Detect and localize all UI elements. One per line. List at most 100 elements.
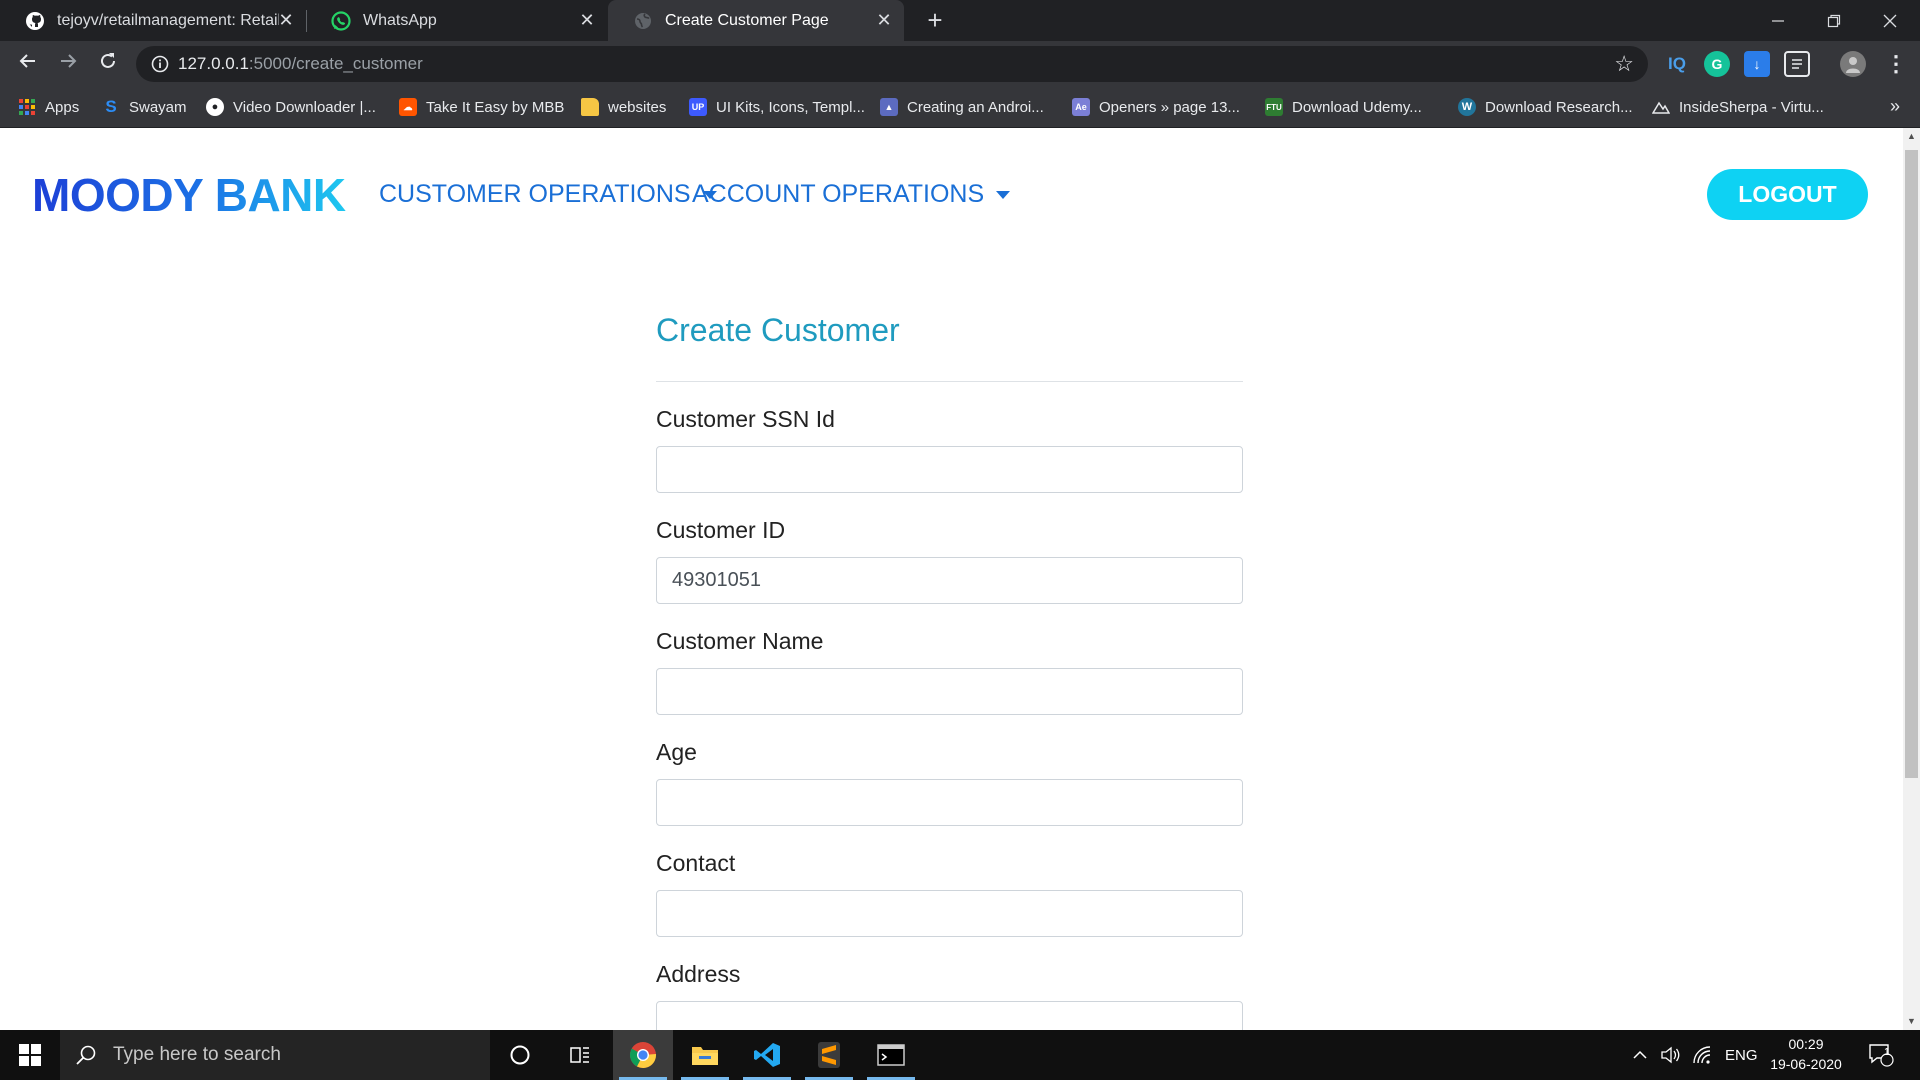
label-contact: Contact	[656, 850, 736, 876]
search-icon	[76, 1045, 96, 1065]
chrome-taskbar-icon[interactable]	[613, 1030, 673, 1080]
extension-download[interactable]: ↓	[1744, 51, 1770, 77]
system-clock[interactable]: 00:29 19-06-2020	[1756, 1034, 1856, 1074]
customer-ssn-id-input[interactable]	[656, 446, 1243, 493]
bookmark-label: Video Downloader |...	[233, 98, 376, 116]
bookmark-label: UI Kits, Icons, Templ...	[716, 98, 865, 116]
scroll-up-arrow-icon[interactable]: ▲	[1903, 128, 1920, 145]
wordpress-icon: W	[1458, 98, 1476, 116]
browser-menu-icon[interactable]: ⋮	[1880, 48, 1912, 80]
new-tab-button[interactable]: +	[921, 6, 949, 34]
wifi-icon[interactable]	[1692, 1030, 1712, 1080]
address-input[interactable]	[656, 1001, 1243, 1030]
tray-chevron-up-icon[interactable]	[1632, 1030, 1648, 1080]
soundcloud-icon: ☁	[399, 98, 417, 116]
brand-logo[interactable]: MOODY BANK	[32, 168, 346, 222]
bookmark-ui-kits[interactable]: UP UI Kits, Icons, Templ...	[689, 86, 865, 128]
forward-button[interactable]	[52, 48, 84, 80]
search-placeholder: Type here to search	[113, 1044, 281, 1065]
nav-account-operations[interactable]: ACCOUNT OPERATIONS	[692, 180, 1011, 209]
swayam-icon: S	[105, 97, 117, 116]
contact-input[interactable]	[656, 890, 1243, 937]
reload-button[interactable]	[92, 48, 124, 80]
globe-icon	[635, 12, 651, 29]
uplabs-icon: UP	[689, 98, 707, 116]
bookmark-insidesherpa[interactable]: InsideSherpa - Virtu...	[1652, 86, 1824, 128]
page-scrollbar[interactable]: ▲ ▼	[1903, 128, 1920, 1030]
info-icon[interactable]	[150, 54, 170, 74]
bookmark-label: Apps	[45, 98, 80, 116]
bookmark-swayam[interactable]: S Swayam	[102, 86, 186, 128]
extension-grammarly[interactable]: G	[1704, 51, 1730, 77]
label-customer-name: Customer Name	[656, 628, 824, 654]
address-bar[interactable]: 127.0.0.1:5000/create_customer ☆	[136, 46, 1648, 82]
extension-label: IQ	[1668, 54, 1686, 73]
tab-close-icon[interactable]: ✕	[276, 10, 296, 30]
notification-center-icon[interactable]: 1	[1868, 1030, 1894, 1080]
taskbar-search-box[interactable]: Type here to search	[60, 1030, 490, 1080]
clock-time: 00:29	[1788, 1036, 1824, 1052]
task-view-icon[interactable]	[550, 1030, 610, 1080]
volume-icon[interactable]	[1660, 1030, 1682, 1080]
start-button[interactable]	[0, 1030, 60, 1080]
customer-id-input[interactable]	[656, 557, 1243, 604]
cortana-icon[interactable]	[490, 1030, 550, 1080]
restore-icon[interactable]	[1806, 0, 1862, 41]
age-input[interactable]	[656, 779, 1243, 826]
form-title: Create Customer	[656, 312, 900, 348]
minimize-icon[interactable]	[1750, 0, 1806, 41]
bookmark-label: websites	[608, 98, 667, 116]
clock-date: 19-06-2020	[1770, 1056, 1842, 1072]
profile-avatar[interactable]	[1840, 51, 1866, 77]
bookmarks-overflow-button[interactable]: »	[1890, 96, 1900, 117]
whatsapp-icon	[331, 10, 351, 31]
bookmark-download-udemy[interactable]: FTU Download Udemy...	[1265, 86, 1422, 128]
create-customer-form: Create Customer Customer SSN Id Customer…	[656, 298, 1243, 1030]
divider	[656, 381, 1243, 382]
bookmark-label: Openers » page 13...	[1099, 98, 1240, 116]
tab-close-icon[interactable]: ✕	[874, 10, 894, 30]
ftu-icon: FTU	[1265, 98, 1283, 116]
bookmark-openers[interactable]: Ae Openers » page 13...	[1072, 86, 1240, 128]
bookmark-label: Download Research...	[1485, 98, 1633, 116]
page-viewport: MOODY BANK CUSTOMER OPERATIONS ACCOUNT O…	[0, 128, 1920, 1030]
bookmark-take-it-easy[interactable]: ☁ Take It Easy by MBB	[399, 86, 564, 128]
terminal-taskbar-icon[interactable]	[861, 1030, 921, 1080]
bookmark-creating-android[interactable]: ▲ Creating an Androi...	[880, 86, 1044, 128]
bookmark-apps[interactable]: Apps	[18, 86, 79, 128]
nav-label: ACCOUNT OPERATIONS	[692, 180, 985, 208]
scroll-down-arrow-icon[interactable]: ▼	[1903, 1013, 1920, 1030]
extension-iq[interactable]: IQ	[1664, 51, 1690, 77]
bookmarks-bar: Apps S Swayam ● Video Downloader |... ☁ …	[0, 86, 1920, 128]
label-address: Address	[656, 961, 741, 987]
logout-button[interactable]: LOGOUT	[1707, 169, 1868, 220]
bookmark-star-icon[interactable]: ☆	[1614, 51, 1634, 77]
sublime-taskbar-icon[interactable]	[799, 1030, 859, 1080]
windows-logo-icon	[19, 1044, 41, 1066]
reader-mode-icon[interactable]	[1784, 51, 1810, 77]
tab-github[interactable]: tejoyv/retailmanagement: Retail I ✕	[0, 0, 306, 41]
bookmark-video-downloader[interactable]: ● Video Downloader |...	[206, 86, 376, 128]
tab-title: tejoyv/retailmanagement: Retail I	[57, 11, 279, 29]
nav-customer-operations[interactable]: CUSTOMER OPERATIONS	[379, 180, 717, 209]
bookmark-download-research[interactable]: W Download Research...	[1458, 86, 1633, 128]
tab-close-icon[interactable]: ✕	[577, 10, 597, 30]
file-explorer-taskbar-icon[interactable]	[675, 1030, 735, 1080]
tab-create-customer[interactable]: Create Customer Page ✕	[608, 0, 904, 41]
url-text[interactable]: 127.0.0.1:5000/create_customer	[178, 54, 423, 74]
bookmark-label: Download Udemy...	[1292, 98, 1422, 116]
vscode-icon	[754, 1043, 780, 1067]
label-customer-ssn-id: Customer SSN Id	[656, 406, 835, 432]
language-indicator[interactable]: ENG	[1725, 1030, 1758, 1080]
customer-name-input[interactable]	[656, 668, 1243, 715]
extension-label: G	[1711, 56, 1723, 72]
back-button[interactable]	[12, 48, 44, 80]
vscode-taskbar-icon[interactable]	[737, 1030, 797, 1080]
folder-icon	[692, 1047, 718, 1065]
scrollbar-thumb[interactable]	[1905, 150, 1918, 778]
tab-whatsapp[interactable]: WhatsApp ✕	[306, 0, 607, 41]
label-age: Age	[656, 739, 697, 765]
close-window-icon[interactable]	[1862, 0, 1918, 41]
bookmark-websites[interactable]: websites	[581, 86, 666, 128]
bookmark-label: InsideSherpa - Virtu...	[1679, 98, 1824, 116]
